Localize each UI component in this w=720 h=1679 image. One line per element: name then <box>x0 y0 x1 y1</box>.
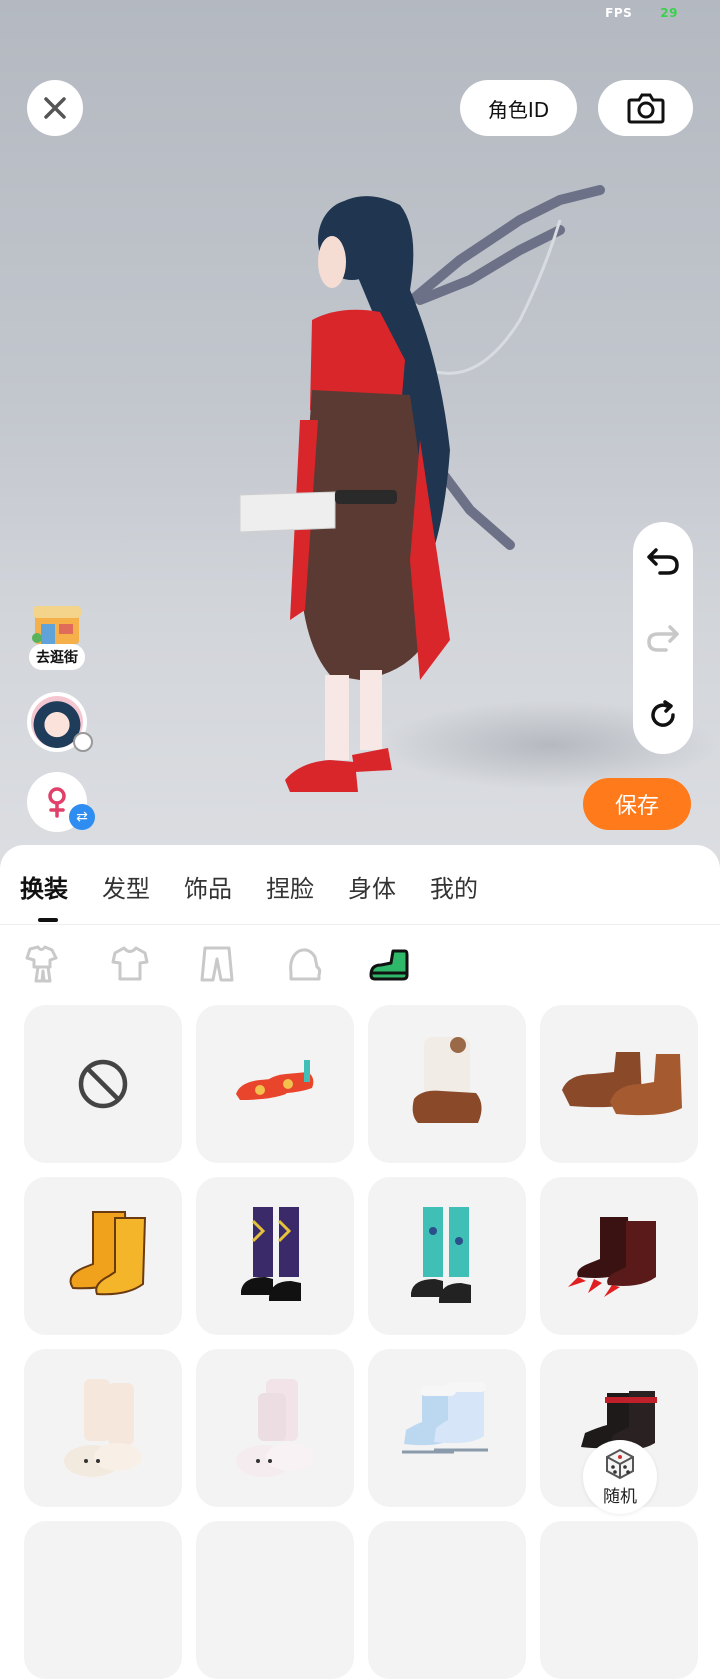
camera-icon <box>627 93 664 124</box>
bear-boot-icon <box>412 1037 482 1123</box>
tab-mine[interactable]: 我的 <box>430 869 478 909</box>
reset-icon <box>651 700 675 728</box>
item-grid <box>24 1005 698 1679</box>
subcat-top[interactable] <box>107 941 153 987</box>
item-teal-socks-shoes[interactable] <box>368 1177 526 1335</box>
shoes-icon <box>369 949 409 981</box>
none-icon <box>78 1059 128 1109</box>
swap-icon: ⇄ <box>69 804 95 830</box>
tabs-divider <box>0 924 720 925</box>
item-red-embroidered-shoes[interactable] <box>196 1005 354 1163</box>
tab-outfit[interactable]: 换装 <box>20 869 68 922</box>
go-street-button[interactable]: 去逛街 <box>24 600 90 672</box>
undo-button[interactable] <box>643 541 683 581</box>
tab-body[interactable]: 身体 <box>348 869 396 909</box>
item-slot-15[interactable] <box>368 1521 526 1679</box>
ice-skate-icon <box>402 1382 488 1454</box>
redo-icon <box>647 625 679 652</box>
category-tabs: 换装 发型 饰品 捏脸 身体 我的 <box>20 869 512 922</box>
full-outfit-icon <box>25 945 58 983</box>
item-tiger-paw-boots[interactable] <box>24 1177 182 1335</box>
gender-switch-button[interactable]: ⇄ <box>27 772 95 832</box>
item-fluffy-bear-boots[interactable] <box>368 1005 526 1163</box>
right-leg <box>360 670 382 750</box>
gloves-icon <box>289 948 322 981</box>
go-street-label: 去逛街 <box>29 644 85 670</box>
role-id-label: 角色ID <box>487 97 550 122</box>
teal-sock-icon <box>411 1207 471 1303</box>
right-shoe <box>352 748 392 772</box>
item-slot-16[interactable] <box>540 1521 698 1679</box>
random-label: 随机 <box>603 1486 637 1507</box>
close-icon <box>44 97 66 119</box>
subcat-pants[interactable] <box>194 941 240 987</box>
tiger-boot-icon <box>69 1211 147 1296</box>
character-preview-scene[interactable]: FPS 29 角色ID 保存 去逛街 ⇄ <box>0 0 720 880</box>
item-brown-paw-slippers[interactable] <box>540 1005 698 1163</box>
pants-icon <box>200 946 234 982</box>
subcat-full-outfit[interactable] <box>20 941 66 987</box>
item-bunny-slippers-pink[interactable] <box>196 1349 354 1507</box>
claw-boot-icon <box>568 1217 656 1297</box>
avatar-button[interactable] <box>27 692 93 752</box>
tab-hairstyle[interactable]: 发型 <box>102 869 150 909</box>
item-none[interactable] <box>24 1005 182 1163</box>
item-holo-ice-skates[interactable] <box>368 1349 526 1507</box>
subcategory-bar <box>0 941 720 989</box>
item-slot-13[interactable] <box>24 1521 182 1679</box>
redo-button[interactable] <box>643 618 683 658</box>
subcat-gloves[interactable] <box>281 941 327 987</box>
hidden-badge-icon <box>73 732 93 752</box>
cleaver-blade <box>239 491 336 533</box>
tab-accessories[interactable]: 饰品 <box>184 869 232 909</box>
undo-icon <box>647 547 679 575</box>
shop-icon <box>32 606 81 644</box>
top-shirt-icon <box>111 946 149 981</box>
dice-icon <box>606 1448 634 1479</box>
item-slot-14[interactable] <box>196 1521 354 1679</box>
red-shoe-icon <box>236 1060 314 1100</box>
item-bunny-slippers-white[interactable] <box>24 1349 182 1507</box>
tab-face[interactable]: 捏脸 <box>266 869 314 909</box>
camera-button[interactable] <box>598 80 693 136</box>
role-id-button[interactable]: 角色ID <box>460 80 577 136</box>
left-leg <box>325 675 349 760</box>
female-icon <box>48 787 66 818</box>
bunny-slipper-icon <box>236 1379 314 1477</box>
item-claw-boots[interactable] <box>540 1177 698 1335</box>
item-argyle-socks-shoes[interactable] <box>196 1177 354 1335</box>
random-button[interactable]: 随机 <box>583 1440 657 1514</box>
save-button[interactable]: 保存 <box>583 778 691 830</box>
argyle-sock-icon <box>241 1207 301 1301</box>
face <box>318 236 346 288</box>
paw-slipper-icon <box>562 1052 682 1116</box>
subcat-shoes[interactable] <box>366 941 412 987</box>
reset-button[interactable] <box>643 695 683 735</box>
save-label: 保存 <box>614 794 659 819</box>
history-panel <box>633 522 693 754</box>
close-button[interactable] <box>27 80 83 136</box>
bunny-slipper-icon <box>64 1379 142 1477</box>
left-shoe <box>285 760 358 792</box>
cleaver-handle <box>335 490 397 504</box>
